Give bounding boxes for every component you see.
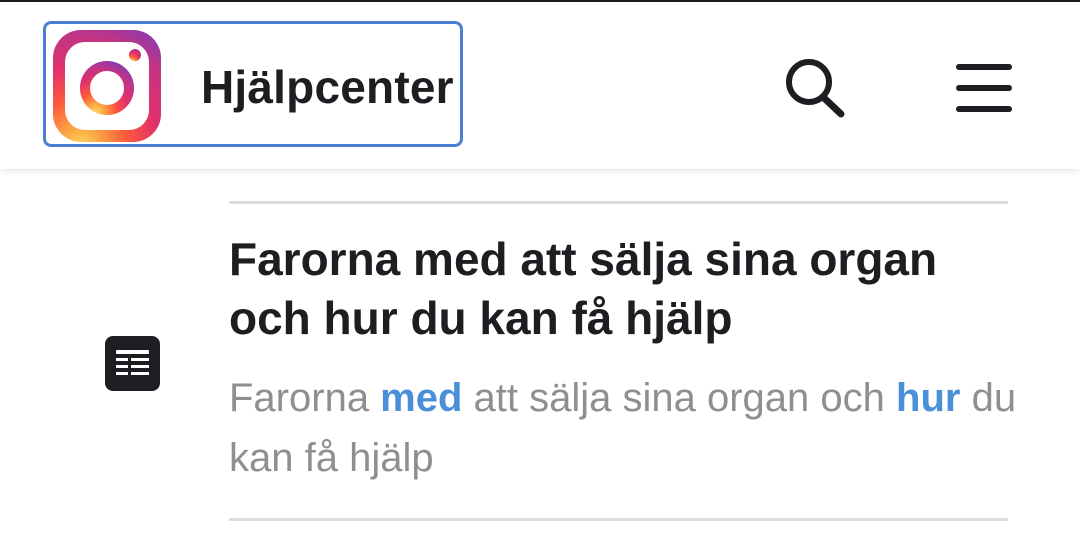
result-title-link[interactable]: Farorna med att sälja sina organ och hur…	[229, 230, 1019, 348]
result-divider-top	[229, 201, 1008, 204]
help-center-header: Hjälpcenter	[0, 2, 1080, 169]
snippet-highlight: med	[380, 376, 463, 420]
snippet-text: Farorna	[229, 376, 381, 420]
search-button[interactable]	[783, 57, 849, 119]
result-divider-bottom	[229, 518, 1008, 521]
help-center-home-link[interactable]: Hjälpcenter	[43, 21, 463, 147]
snippet-highlight: hur	[896, 376, 961, 420]
search-icon	[786, 59, 845, 118]
menu-button[interactable]	[954, 60, 1016, 116]
page-title: Hjälpcenter	[201, 61, 454, 113]
instagram-logo-icon	[51, 28, 163, 144]
result-snippet: Farorna med att sälja sina organ och hur…	[229, 368, 1019, 488]
article-document-icon	[105, 336, 160, 391]
hamburger-menu-icon	[956, 64, 1012, 112]
snippet-text: att sälja sina organ och	[462, 376, 897, 420]
